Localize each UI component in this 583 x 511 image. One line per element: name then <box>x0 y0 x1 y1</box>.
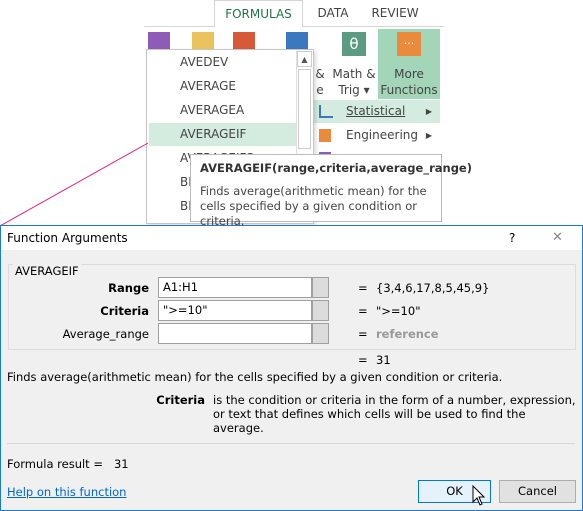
help-link[interactable]: Help on this function <box>7 485 126 499</box>
arg-help-name: Criteria <box>156 393 205 407</box>
help-icon[interactable]: ? <box>509 226 515 250</box>
equals-sign: = <box>358 327 368 341</box>
function-arguments-dialog: Function Arguments ? ✕ AVERAGEIF Range A… <box>0 225 583 511</box>
range-label: Range <box>108 281 149 295</box>
arg-help-text: is the condition or criteria in the form… <box>213 393 576 435</box>
close-icon[interactable]: ✕ <box>552 226 563 250</box>
criteria-input[interactable]: ">=10" <box>158 300 312 321</box>
dialog-titlebar[interactable]: Function Arguments ? ✕ <box>1 226 582 250</box>
separator <box>7 443 575 444</box>
criteria-label: Criteria <box>100 304 149 318</box>
collapse-dialog-icon[interactable] <box>312 300 329 321</box>
mouse-cursor-icon <box>472 485 486 506</box>
average-range-result: reference <box>376 327 439 341</box>
group-title: AVERAGEIF <box>13 264 81 278</box>
function-result: 31 <box>376 353 391 367</box>
range-input[interactable]: A1:H1 <box>158 277 312 298</box>
equals-sign: = <box>358 281 368 295</box>
cancel-button[interactable]: Cancel <box>499 480 576 503</box>
formula-result-value: 31 <box>113 457 129 471</box>
collapse-dialog-icon[interactable] <box>312 277 329 298</box>
range-result: {3,4,6,17,8,5,45,9} <box>376 281 490 295</box>
collapse-dialog-icon[interactable] <box>312 323 329 344</box>
function-description: Finds average(arithmetic mean) for the c… <box>7 370 503 384</box>
equals-sign: = <box>358 304 368 318</box>
criteria-result: ">=10" <box>376 304 421 318</box>
dialog-title: Function Arguments <box>7 231 128 245</box>
average-range-label: Average_range <box>62 327 149 341</box>
equals-sign: = <box>358 353 368 367</box>
average-range-input[interactable] <box>158 323 312 344</box>
formula-result: Formula result = 31 <box>7 457 129 471</box>
formula-result-label: Formula result = <box>7 457 103 471</box>
